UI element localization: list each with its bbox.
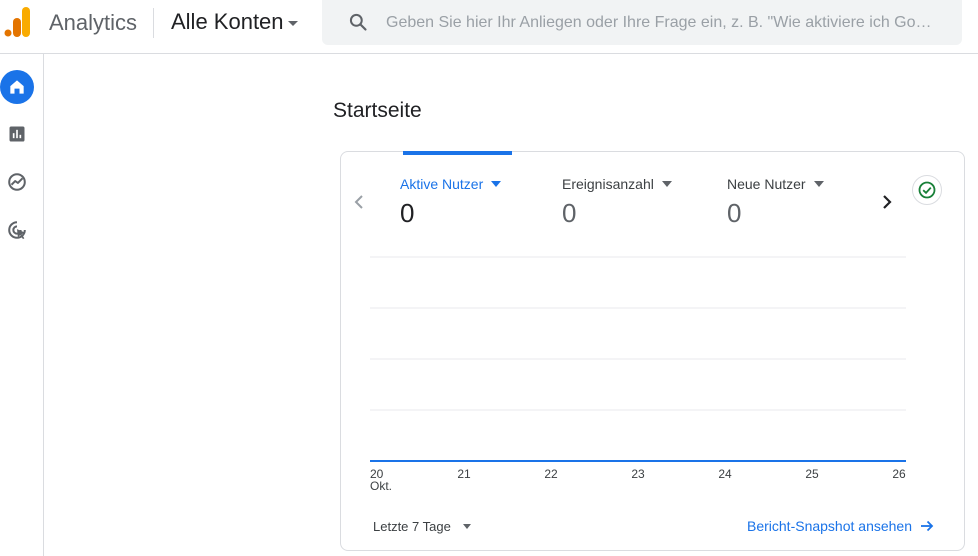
account-selector[interactable]: Alle Konten [171,9,298,35]
snapshot-link-label: Bericht-Snapshot ansehen [747,518,912,534]
overview-card: Aktive Nutzer 0 Ereignisanzahl 0 Neue Nu… [340,151,965,551]
left-nav-rail [0,54,44,556]
chart-x-tick-label: 26 [892,467,906,481]
explore-icon [8,173,26,191]
account-label: Alle Konten [171,9,284,34]
view-report-snapshot-link[interactable]: Bericht-Snapshot ansehen [747,518,934,534]
nav-home[interactable] [0,70,34,104]
chart-x-tick-label: 23 [631,467,645,481]
advertising-icon [8,221,26,240]
header-divider [153,8,154,38]
nav-advertising[interactable] [0,213,34,247]
top-app-bar: Analytics Alle Konten [0,0,978,54]
page-title: Startseite [333,99,422,122]
nav-explore[interactable] [0,165,34,199]
home-icon [10,80,24,94]
reports-icon [9,126,25,142]
chart-x-tick-label: 21 [457,467,471,481]
caret-down-icon [287,21,298,26]
chart-x-tick-label: 25 [805,467,819,481]
analytics-logo-icon[interactable] [4,7,32,37]
date-range-label: Letzte 7 Tage [373,519,451,534]
app-name: Analytics [49,10,138,35]
arrow-right-icon [921,520,934,532]
search-input[interactable] [386,0,956,45]
chart-x-tick-label: 24 [718,467,732,481]
search-icon [349,13,367,31]
chart-x-tick-label: 20 Okt. [370,467,392,493]
users-line-chart: 20 Okt. 21 22 23 24 25 26 [370,256,906,493]
chart-x-tick-label: 22 [544,467,558,481]
nav-reports[interactable] [0,117,34,151]
caret-down-icon [462,524,471,529]
search-bar[interactable] [322,0,962,45]
date-range-selector[interactable]: Letzte 7 Tage [373,519,471,534]
